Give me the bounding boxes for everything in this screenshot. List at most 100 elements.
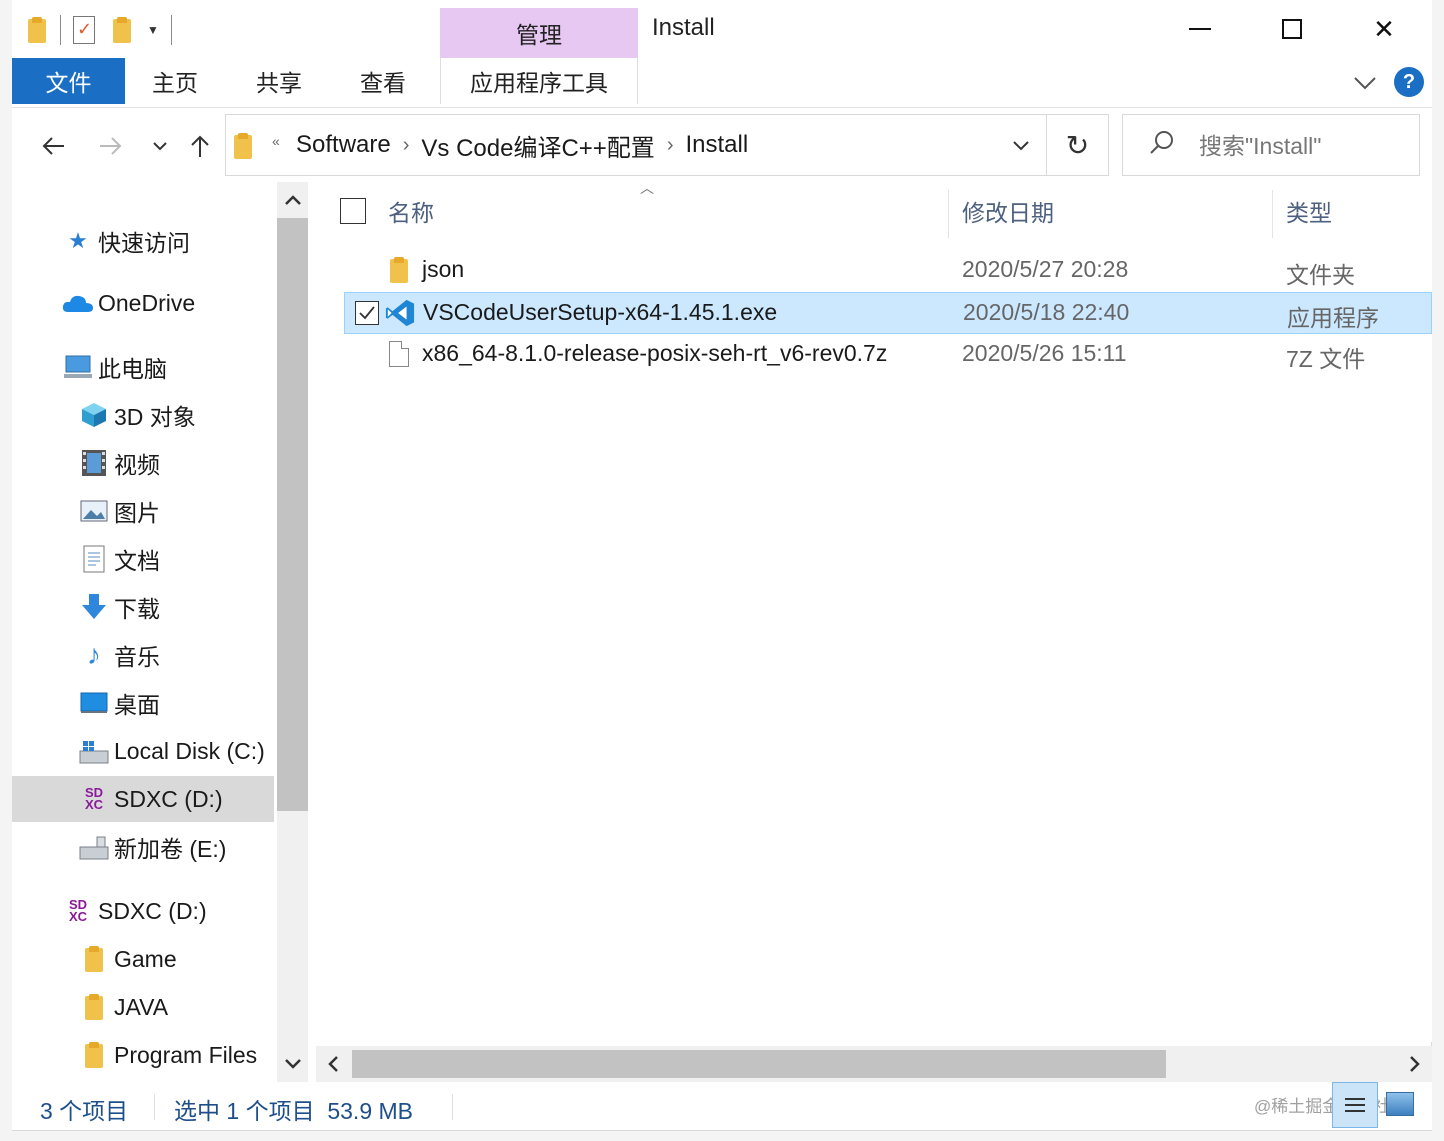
scrollbar-thumb[interactable] [277, 218, 308, 811]
sidebar-item-label: 图片 [114, 500, 160, 526]
search-box[interactable] [1122, 114, 1420, 176]
tab-application-tools[interactable]: 应用程序工具 [440, 58, 638, 104]
background-window-bottom [0, 1131, 1444, 1141]
help-icon[interactable]: ? [1394, 67, 1424, 97]
file-type: 应用程序 [1287, 305, 1379, 331]
sidebar-item-sdxc-d[interactable]: SD XC SDXC (D:) [12, 776, 274, 822]
column-separator[interactable] [948, 190, 949, 238]
sidebar-item-label: SDXC (D:) [114, 785, 223, 812]
toolbar-separator [170, 15, 172, 45]
star-icon: ★ [68, 228, 88, 253]
sdxc-icon: SD XC [84, 785, 104, 812]
address-history-button[interactable] [1004, 129, 1038, 163]
file-list: ︿ 名称 修改日期 类型 json 2020/5/27 20:28 文件夹 VS… [316, 180, 1432, 1042]
refresh-button[interactable]: ↻ [1046, 115, 1108, 175]
status-separator [452, 1094, 453, 1120]
navigation-pane: ★ 快速访问 OneDrive 此电脑 3D 对象 视频 图片 文档 下载 ♪ … [12, 182, 308, 1082]
ribbon-tabs: 文件 主页 共享 查看 应用程序工具 ? [12, 58, 1432, 108]
select-all-checkbox[interactable] [340, 198, 366, 224]
breadcrumb-overflow[interactable]: « [272, 133, 280, 149]
chevron-down-icon [153, 142, 167, 151]
sidebar-item-label: 音乐 [114, 644, 160, 670]
breadcrumb-separator-icon[interactable]: › [403, 134, 410, 157]
folder-icon [78, 1039, 110, 1071]
status-separator [154, 1094, 155, 1120]
folder-icon [384, 255, 414, 285]
quick-access-toolbar: ▼ [26, 12, 184, 48]
maximize-button[interactable] [1246, 0, 1338, 58]
file-date: 2020/5/26 15:11 [962, 340, 1127, 366]
table-row[interactable]: VSCodeUserSetup-x64-1.45.1.exe 2020/5/18… [344, 292, 1432, 334]
desktop-icon [78, 687, 110, 719]
scroll-up-icon[interactable] [277, 182, 308, 218]
minimize-button[interactable] [1154, 0, 1246, 58]
expand-ribbon-chevron-icon[interactable] [1350, 68, 1380, 98]
search-icon [1149, 129, 1175, 162]
toolbar-separator [60, 15, 61, 45]
back-button[interactable] [36, 126, 72, 166]
properties-icon[interactable] [73, 16, 95, 44]
forward-button[interactable] [92, 126, 128, 166]
column-header-date[interactable]: 修改日期 [962, 182, 1054, 240]
breadcrumb-item[interactable]: Install [685, 131, 748, 159]
scroll-down-icon[interactable] [277, 1046, 308, 1082]
close-button[interactable]: ✕ [1338, 0, 1430, 58]
sidebar-item-label: 桌面 [114, 692, 160, 718]
horizontal-scrollbar[interactable] [316, 1046, 1432, 1082]
column-header-type[interactable]: 类型 [1286, 182, 1332, 240]
sidebar-item-label: 此电脑 [98, 356, 167, 382]
drive-icon [78, 831, 110, 863]
window-title: Install [652, 14, 715, 41]
sidebar-item-label: 3D 对象 [114, 404, 196, 430]
navigation-pane-scrollbar[interactable] [277, 182, 308, 1082]
row-checkbox[interactable] [355, 301, 379, 325]
table-row[interactable]: json 2020/5/27 20:28 文件夹 [344, 250, 1432, 292]
folder-icon [78, 943, 110, 975]
details-view-button[interactable] [1332, 1082, 1378, 1128]
search-input[interactable] [1199, 127, 1409, 165]
sidebar-item-label: 下载 [114, 596, 160, 622]
close-icon: ✕ [1373, 13, 1395, 44]
film-icon [78, 447, 110, 479]
tab-file[interactable]: 文件 [12, 58, 125, 104]
vscode-icon [385, 298, 415, 328]
tab-home[interactable]: 主页 [140, 58, 210, 104]
customize-toolbar-icon[interactable]: ▼ [147, 23, 159, 37]
computer-icon [62, 351, 94, 383]
sidebar-item-label: OneDrive [98, 289, 196, 316]
maximize-icon [1282, 19, 1302, 39]
watermark-text: @稀土掘金技术社区 [1254, 1097, 1408, 1116]
refresh-icon: ↻ [1065, 129, 1090, 161]
drive-c-icon [78, 735, 110, 767]
details-view-icon [1345, 1098, 1365, 1112]
breadcrumb-item[interactable]: Vs Code编译C++配置 [421, 128, 654, 163]
column-separator[interactable] [1272, 190, 1273, 238]
breadcrumb-item[interactable]: Software [296, 131, 391, 159]
background-window-left [0, 0, 12, 1141]
new-folder-icon[interactable] [111, 17, 133, 43]
sidebar-item-label: 新加卷 (E:) [114, 836, 227, 862]
sidebar-item-label: 视频 [114, 452, 160, 478]
sidebar-item-label: SDXC (D:) [98, 897, 207, 924]
tab-view[interactable]: 查看 [348, 58, 418, 104]
file-name: VSCodeUserSetup-x64-1.45.1.exe [423, 299, 778, 325]
breadcrumb-separator-icon[interactable]: › [667, 134, 674, 157]
address-bar[interactable]: « Software › Vs Code编译C++配置 › Install ↻ [225, 114, 1109, 176]
scrollbar-thumb[interactable] [352, 1050, 1166, 1078]
scroll-left-icon[interactable] [316, 1046, 350, 1082]
navigation-bar: « Software › Vs Code编译C++配置 › Install ↻ [12, 108, 1432, 182]
sidebar-item-label: Game [114, 945, 177, 972]
status-item-count: 3 个项目 [40, 1098, 129, 1124]
up-button[interactable] [182, 126, 218, 166]
large-icons-view-button[interactable] [1386, 1092, 1414, 1116]
background-window-right [1432, 0, 1444, 1141]
scroll-right-icon[interactable] [1398, 1046, 1432, 1082]
table-row[interactable]: x86_64-8.1.0-release-posix-seh-rt_v6-rev… [344, 334, 1432, 376]
up-arrow-icon [191, 135, 209, 157]
column-header-name[interactable]: 名称 [388, 182, 434, 240]
title-bar: ▼ 管理 Install ✕ [12, 0, 1432, 58]
tab-manage[interactable]: 管理 [440, 8, 638, 58]
forward-arrow-icon [100, 137, 122, 155]
tab-share[interactable]: 共享 [244, 58, 314, 104]
recent-locations-button[interactable] [142, 126, 178, 166]
